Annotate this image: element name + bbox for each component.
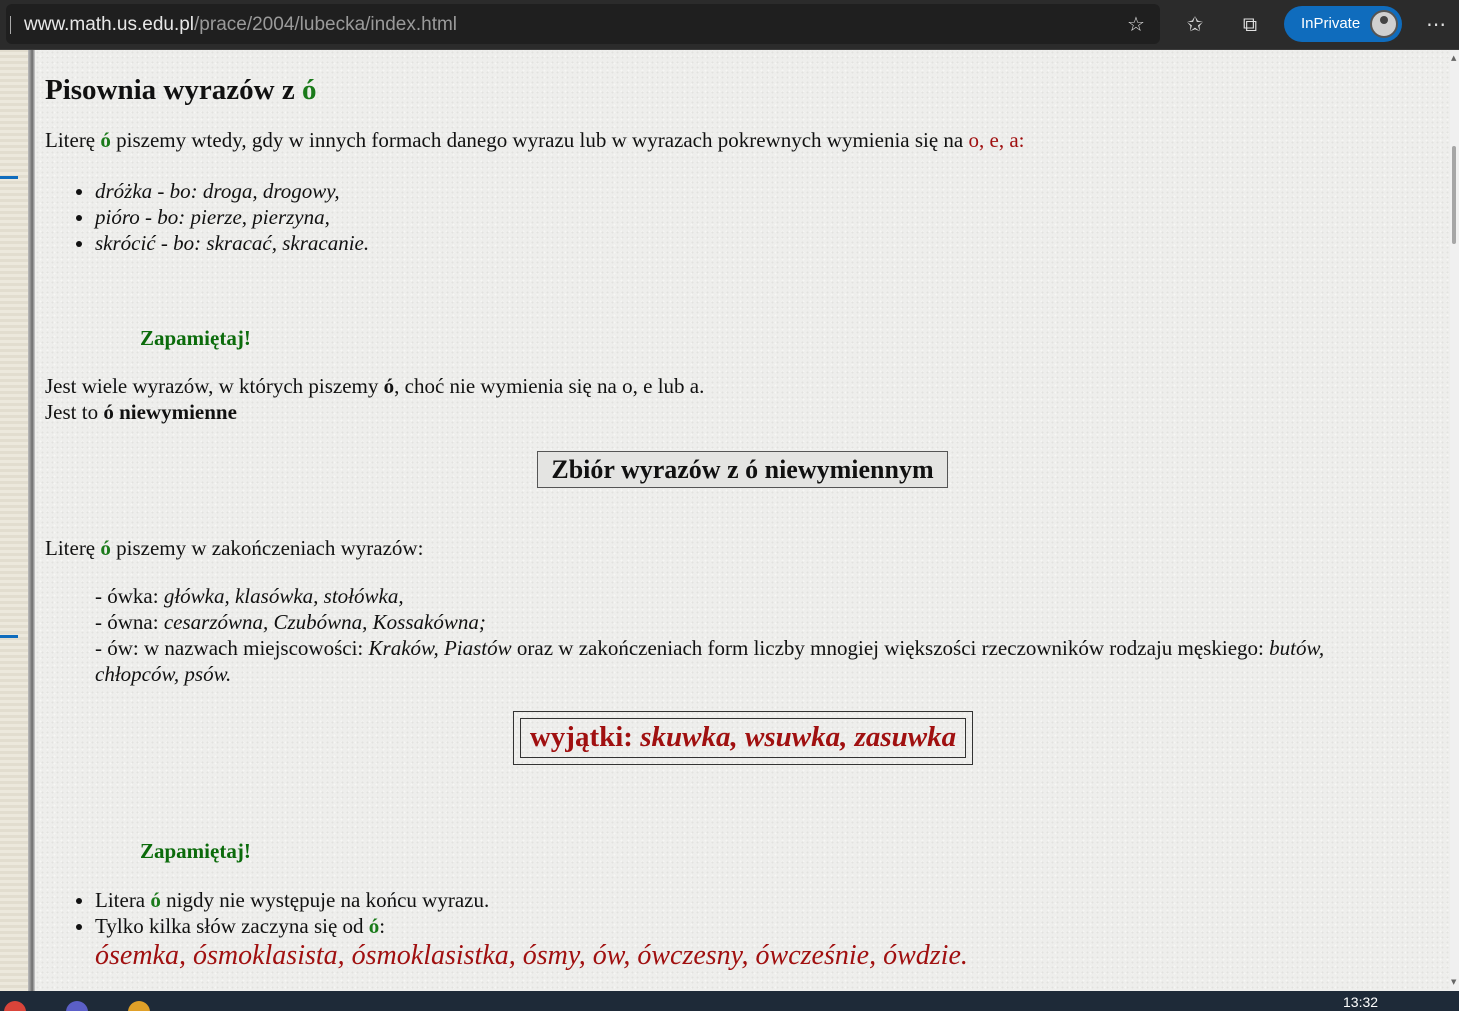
list-item: pióro - bo: pierze, pierzyna, [95, 204, 369, 230]
ending-label: - ów: w nazwach miejscowości: [95, 636, 369, 660]
examples-list: dróżka - bo: droga, drogowy, pióro - bo:… [35, 178, 369, 256]
taskbar-clock[interactable]: 13:32 [1343, 994, 1378, 1010]
list-item: dróżka - bo: droga, drogowy, [95, 178, 369, 204]
collections-icon[interactable]: ⧉ [1236, 10, 1264, 38]
intro-letter: ó [100, 128, 111, 152]
rule-post: : [379, 914, 386, 938]
page-title: Pisownia wyrazów z ó [45, 74, 316, 107]
list-item: Tylko kilka słów zaczyna się od ó: [95, 913, 489, 939]
exceptions-words: skuwka, wsuwka, zasuwka [640, 721, 957, 753]
ending-owna: - ówna: cesarzówna, Czubówna, Kossakówna… [95, 609, 1425, 635]
line-post: , choć nie wymienia się na o, e lub a. [394, 374, 705, 398]
example-related: skracać, skracanie. [206, 231, 370, 255]
remember-heading: Zapamiętaj! [140, 326, 251, 350]
example-word: skrócić [95, 231, 156, 255]
scroll-down-icon[interactable]: ▼ [1451, 978, 1456, 986]
frame-marker [0, 176, 18, 179]
ending-label: - ówka: [95, 584, 164, 608]
taskbar-app-icon[interactable] [128, 1001, 150, 1011]
example-bo: bo: [173, 231, 207, 255]
example-word: dróżka [95, 179, 153, 203]
example-related: pierze, pierzyna, [190, 205, 330, 229]
example-bo: bo: [157, 205, 191, 229]
intro-paragraph: Literę ó piszemy wtedy, gdy w innych for… [45, 128, 1025, 153]
list-item: Litera ó nigdy nie występuje na końcu wy… [95, 887, 489, 913]
ending-mid: oraz w zakończeniach form liczby mnogiej… [511, 636, 1270, 660]
text-cursor [10, 16, 11, 34]
ending-owka: - ówka: główka, klasówka, stołówka, [95, 583, 1425, 609]
ending-places: Kraków, Piastów [368, 636, 512, 660]
frame-marker [0, 635, 18, 638]
example-bo: bo: [169, 179, 203, 203]
exceptions-inner: wyjątki: skuwka, wsuwka, zasuwka [520, 718, 966, 758]
rule-pre: Tylko kilka słów zaczyna się od [95, 914, 369, 938]
rule-post: nigdy nie występuje na końcu wyrazu. [160, 888, 490, 912]
rule-letter: ó [368, 914, 380, 938]
ending-words: cesarzówna, Czubówna, Kossakówna; [163, 610, 486, 634]
ending-words-cont: chłopców, psów. [95, 662, 232, 686]
profile-avatar-icon [1370, 10, 1398, 38]
url-text[interactable]: www.math.us.edu.pl/prace/2004/lubecka/in… [24, 14, 457, 36]
nonalternating-line-1: Jest wiele wyrazów, w których piszemy ó,… [45, 374, 704, 399]
remember-heading-2: Zapamiętaj! [140, 839, 251, 863]
inprivate-label: InPrivate [1301, 15, 1361, 32]
line-pre: Jest wiele wyrazów, w których piszemy [45, 374, 384, 398]
taskbar: 13:32 [0, 991, 1459, 1011]
nonalternating-words-button[interactable]: Zbiór wyrazów z ó niewymiennym [537, 451, 948, 488]
browser-toolbar: www.math.us.edu.pl/prace/2004/lubecka/in… [0, 0, 1459, 50]
url-host: www.math.us.edu.pl [24, 14, 195, 35]
line-post: piszemy w zakończeniach wyrazów: [110, 536, 424, 560]
intro-mid: piszemy wtedy, gdy w innych formach dane… [110, 128, 969, 152]
vertical-scrollbar[interactable]: ▲ ▼ [1450, 50, 1459, 991]
url-path: /prace/2004/lubecka/index.html [194, 14, 458, 35]
frame-divider[interactable] [28, 50, 35, 991]
favorites-icon[interactable]: ✩ [1181, 10, 1209, 38]
endings-intro: Literę ó piszemy w zakończeniach wyrazów… [45, 536, 423, 561]
ending-label: - ówna: [95, 610, 164, 634]
scrollbar-thumb[interactable] [1452, 146, 1456, 244]
rule-pre: Litera [95, 888, 151, 912]
list-item: skrócić - bo: skracać, skracanie. [95, 230, 369, 256]
taskbar-app-icon[interactable] [4, 1001, 26, 1011]
inprivate-button[interactable]: InPrivate [1284, 6, 1402, 42]
example-word: pióro [95, 205, 140, 229]
left-frame [0, 50, 28, 991]
scroll-up-icon[interactable]: ▲ [1451, 54, 1456, 62]
address-bar[interactable]: www.math.us.edu.pl/prace/2004/lubecka/in… [6, 4, 1160, 44]
example-sep: - [139, 205, 158, 229]
exceptions-box: wyjątki: skuwka, wsuwka, zasuwka [513, 711, 973, 765]
endings-list: - ówka: główka, klasówka, stołówka, - ów… [95, 583, 1425, 687]
line-bold: ó niewymienne [103, 400, 237, 424]
rule-letter: ó [150, 888, 161, 912]
more-menu-icon[interactable]: ⋯ [1422, 10, 1450, 38]
ending-words: butów, [1269, 636, 1325, 660]
exceptions-label: wyjątki: [529, 721, 641, 753]
line-letter: ó [383, 374, 395, 398]
example-sep: - [155, 231, 174, 255]
taskbar-app-icon[interactable] [66, 1001, 88, 1011]
start-words: ósemka, ósmoklasista, ósmoklasistka, ósm… [95, 940, 968, 971]
example-sep: - [152, 179, 170, 203]
ending-ow: - ów: w nazwach miejscowości: Kraków, Pi… [95, 635, 1425, 687]
page-content: Pisownia wyrazów z ó Literę ó piszemy wt… [35, 50, 1450, 991]
line-pre: Jest to [45, 400, 104, 424]
line-letter: ó [100, 536, 111, 560]
example-related: droga, drogowy, [202, 179, 340, 203]
intro-pre: Literę [45, 128, 101, 152]
title-letter: ó [301, 74, 317, 106]
title-text: Pisownia wyrazów z [45, 74, 302, 106]
nonalternating-line-2: Jest to ó niewymienne [45, 400, 237, 425]
ending-words: główka, klasówka, stołówka, [163, 584, 404, 608]
intro-alternations: o, e, a: [968, 128, 1025, 152]
rules-list: Litera ó nigdy nie występuje na końcu wy… [35, 887, 489, 939]
add-favorite-icon[interactable]: ☆ [1122, 10, 1150, 38]
line-pre: Literę [45, 536, 101, 560]
